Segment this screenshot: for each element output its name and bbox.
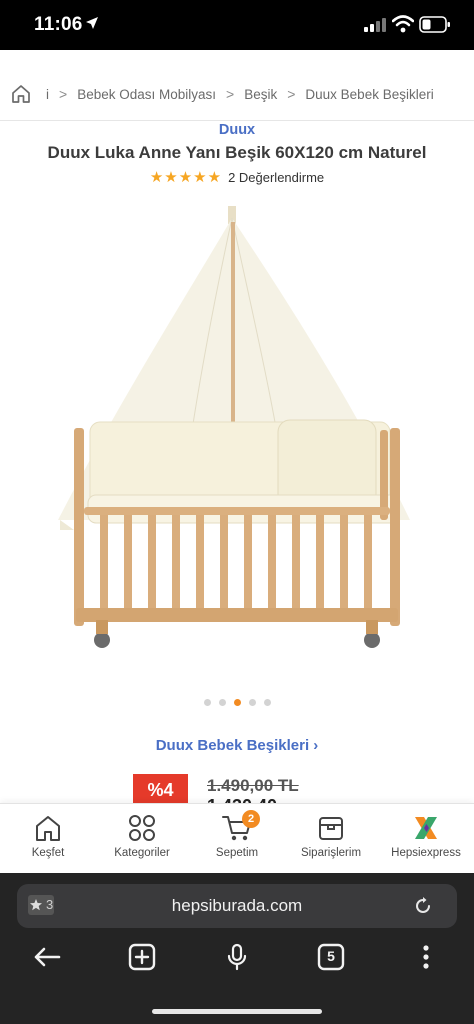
breadcrumb: i > Bebek Odası Mobilyası > Beşik > Duux… [10, 80, 434, 108]
cart-count-badge: 2 [242, 810, 260, 828]
cellular-signal-icon [364, 18, 386, 32]
tab-kesfet[interactable]: Keşfet [1, 814, 95, 872]
browser-toolbar: 3 hepsiburada.com 5 [0, 873, 474, 1024]
breadcrumb-item[interactable]: Bebek Odası Mobilyası [77, 87, 216, 102]
pagination-dot[interactable] [218, 699, 226, 706]
wifi-icon [392, 15, 414, 33]
new-tab-icon[interactable] [127, 942, 157, 972]
tab-siparislerim[interactable]: Siparişlerim [284, 814, 378, 872]
tab-label: Hepsiexpress [391, 847, 461, 859]
tabs-button[interactable]: 5 [316, 942, 346, 972]
status-time: 11:06 [34, 14, 83, 35]
tab-hepsiexpress[interactable]: Hepsiexpress [379, 814, 473, 872]
tab-kategoriler[interactable]: Kategoriler [95, 814, 189, 872]
product-image[interactable] [40, 200, 434, 670]
old-price: 1.490,00 TL [207, 776, 299, 795]
back-arrow-icon[interactable] [32, 942, 62, 972]
battery-icon [419, 16, 450, 33]
home-icon[interactable] [10, 83, 32, 105]
microphone-icon[interactable] [222, 942, 252, 972]
pagination-dot[interactable] [248, 699, 256, 706]
breadcrumb-item[interactable]: Beşik [244, 87, 277, 102]
chevron-right-icon: > [59, 86, 68, 102]
orders-icon [319, 817, 343, 840]
status-bar: 11:06 [0, 0, 474, 50]
reload-icon[interactable] [413, 896, 433, 916]
bottom-tab-bar: Keşfet Kategoriler 2 Sepetim Siparişleri… [0, 803, 474, 873]
breadcrumb-item[interactable]: i [46, 87, 49, 102]
chevron-right-icon: > [226, 86, 235, 102]
categories-icon [129, 815, 155, 841]
hepsiexpress-logo [415, 817, 437, 839]
breadcrumb-item[interactable]: Duux Bebek Beşikleri [305, 87, 433, 102]
home-icon [36, 816, 60, 841]
pagination-dot-active[interactable] [233, 699, 241, 706]
tab-label: Keşfet [31, 847, 65, 859]
address-bar[interactable]: 3 hepsiburada.com [17, 884, 457, 928]
chevron-right-icon: > [287, 86, 296, 102]
brand-category-link[interactable]: Duux Bebek Beşikleri › [0, 737, 474, 754]
product-title: Duux Luka Anne Yanı Beşik 60X120 cm Natu… [47, 143, 427, 162]
url-text[interactable]: hepsiburada.com [17, 896, 457, 916]
home-indicator [152, 1009, 322, 1014]
divider [0, 120, 474, 121]
brand-name[interactable]: Duux [0, 122, 474, 138]
pagination-dot[interactable] [203, 699, 211, 706]
gallery-pagination [0, 699, 474, 706]
page: 11:06 i > Bebek Odası Mobilyası > Beşik … [0, 0, 474, 1024]
review-count[interactable]: 2 Değerlendirme [228, 170, 324, 185]
tab-label: Sepetim [215, 847, 259, 859]
more-menu-icon[interactable] [411, 942, 441, 972]
tab-label: Siparişlerim [300, 847, 362, 859]
discount-badge: %4 [133, 774, 188, 806]
rating-stars: ★★★★★ [149, 169, 223, 186]
location-arrow-icon [86, 17, 98, 29]
tab-label: Kategoriler [114, 847, 170, 859]
tabs-count: 5 [327, 948, 335, 964]
tab-sepetim[interactable]: 2 Sepetim [190, 810, 284, 872]
pagination-dot[interactable] [263, 699, 271, 706]
rating-row[interactable]: ★★★★★ 2 Değerlendirme [0, 168, 474, 186]
